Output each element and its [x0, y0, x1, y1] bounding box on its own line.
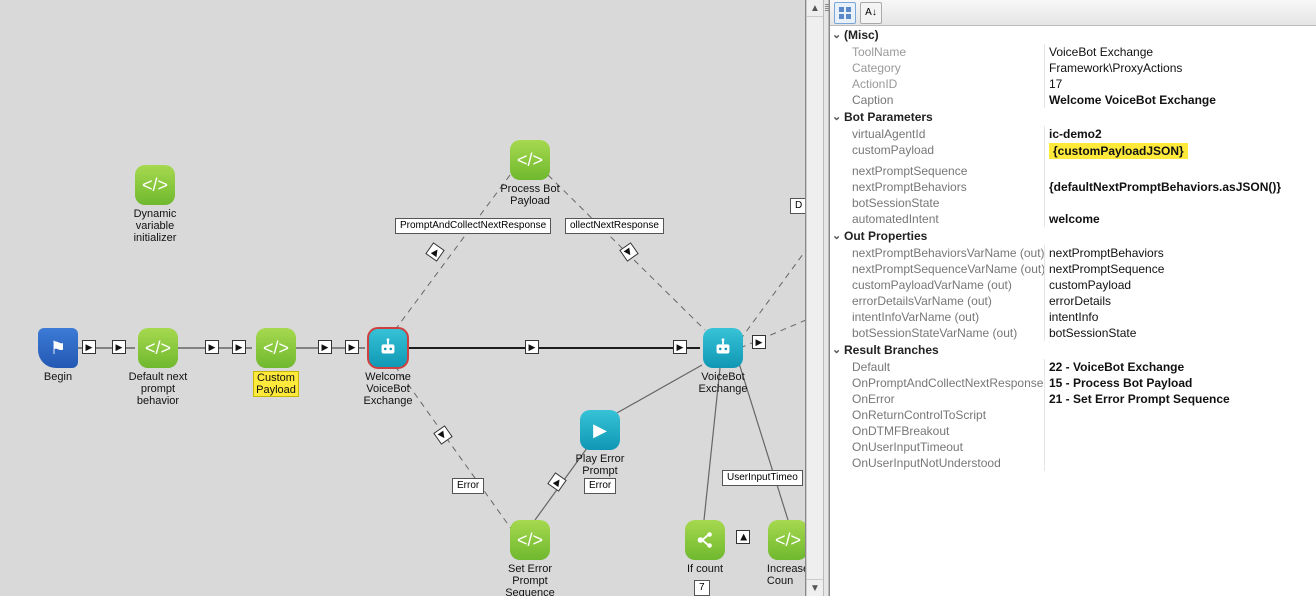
- prop-virtualagentid[interactable]: virtualAgentIdic-demo2: [830, 126, 1316, 142]
- prop-nextpromptsequence[interactable]: nextPromptSequence: [830, 163, 1316, 179]
- prop-edvn[interactable]: errorDetailsVarName (out)errorDetails: [830, 293, 1316, 309]
- scroll-down-button[interactable]: ▼: [807, 579, 823, 596]
- chevron-down-icon: ⌄: [832, 231, 842, 241]
- scroll-up-button[interactable]: ▲: [807, 0, 823, 17]
- branch-icon: [685, 520, 725, 560]
- chevron-down-icon: ⌄: [832, 30, 842, 40]
- properties-toolbar: A↓: [830, 0, 1316, 26]
- edge-label: Error: [452, 478, 484, 494]
- code-icon: </>: [138, 328, 178, 368]
- node-custom-payload[interactable]: </> Custom Payload: [236, 328, 316, 397]
- prop-automatedintent[interactable]: automatedIntentwelcome: [830, 211, 1316, 227]
- node-increase-count[interactable]: </> Increase Coun: [758, 520, 806, 587]
- edge-label: D: [790, 198, 806, 214]
- vertical-splitter[interactable]: [823, 0, 829, 596]
- code-icon: </>: [768, 520, 806, 560]
- bot-icon: [703, 328, 743, 368]
- prop-botsessionstate[interactable]: botSessionState: [830, 195, 1316, 211]
- node-label: Custom Payload: [253, 371, 299, 397]
- node-label: Set Error Prompt Sequence: [505, 563, 555, 596]
- prop-actionid[interactable]: ActionID17: [830, 76, 1316, 92]
- node-label: Process Bot Payload: [500, 183, 559, 207]
- properties-panel: A↓ ⌄(Misc) ToolNameVoiceBot Exchange Cat…: [829, 0, 1316, 596]
- prop-onuserinputtimeout[interactable]: OnUserInputTimeout: [830, 439, 1316, 455]
- node-label: Dynamic variable initializer: [134, 208, 177, 244]
- code-icon: </>: [135, 165, 175, 205]
- canvas-vertical-scrollbar[interactable]: ▲ ▼: [806, 0, 823, 596]
- node-dynamic-var-init[interactable]: </> Dynamic variable initializer: [115, 165, 195, 244]
- node-voicebot-exchange[interactable]: VoiceBot Exchange: [683, 328, 763, 395]
- prop-cpvn[interactable]: customPayloadVarName (out)customPayload: [830, 277, 1316, 293]
- node-label: Welcome VoiceBot Exchange: [364, 371, 413, 407]
- edge-label: UserInputTimeo: [722, 470, 803, 486]
- code-icon: </>: [256, 328, 296, 368]
- group-bot-parameters[interactable]: ⌄Bot Parameters: [830, 108, 1316, 126]
- code-icon: </>: [510, 140, 550, 180]
- prop-onerror[interactable]: OnError21 - Set Error Prompt Sequence: [830, 391, 1316, 407]
- prop-caption[interactable]: CaptionWelcome VoiceBot Exchange: [830, 92, 1316, 108]
- flag-icon: ⚑: [38, 328, 78, 368]
- node-label: Default next prompt behavior: [129, 371, 188, 407]
- flow-arrow: [318, 340, 332, 354]
- prop-onuserinputnotunderstood[interactable]: OnUserInputNotUnderstood: [830, 455, 1316, 471]
- group-result-branches[interactable]: ⌄Result Branches: [830, 341, 1316, 359]
- node-process-bot-payload[interactable]: </> Process Bot Payload: [490, 140, 570, 207]
- prop-onpromptcollect[interactable]: OnPromptAndCollectNextResponse15 - Proce…: [830, 375, 1316, 391]
- prop-ondtmf[interactable]: OnDTMFBreakout: [830, 423, 1316, 439]
- node-label: Begin: [44, 371, 72, 383]
- properties-grid[interactable]: ⌄(Misc) ToolNameVoiceBot Exchange Catego…: [830, 26, 1316, 596]
- scroll-track[interactable]: [807, 17, 823, 579]
- node-label: VoiceBot Exchange: [699, 371, 748, 395]
- flow-arrow: [525, 340, 539, 354]
- prop-bssvn[interactable]: botSessionStateVarName (out)botSessionSt…: [830, 325, 1316, 341]
- node-label: Increase Coun: [767, 563, 806, 587]
- group-out-properties[interactable]: ⌄Out Properties: [830, 227, 1316, 245]
- edge-label: 7: [694, 580, 710, 596]
- prop-custompayload[interactable]: customPayload{customPayloadJSON}: [830, 142, 1316, 163]
- alphabetical-view-button[interactable]: A↓: [860, 2, 882, 24]
- node-begin[interactable]: ⚑ Begin: [18, 328, 98, 383]
- prop-npsvn[interactable]: nextPromptSequenceVarName (out)nextPromp…: [830, 261, 1316, 277]
- node-play-error-prompt[interactable]: ▶ Play Error Prompt: [560, 410, 640, 477]
- flow-arrow: [205, 340, 219, 354]
- code-icon: </>: [510, 520, 550, 560]
- prop-default[interactable]: Default22 - VoiceBot Exchange: [830, 359, 1316, 375]
- chevron-down-icon: ⌄: [832, 345, 842, 355]
- edge-label: PromptAndCollectNextResponse: [395, 218, 551, 234]
- prop-category[interactable]: CategoryFramework\ProxyActions: [830, 60, 1316, 76]
- prop-toolname[interactable]: ToolNameVoiceBot Exchange: [830, 44, 1316, 60]
- prop-nextpromptbehaviors[interactable]: nextPromptBehaviors{defaultNextPromptBeh…: [830, 179, 1316, 195]
- node-default-next-prompt[interactable]: </> Default next prompt behavior: [118, 328, 198, 407]
- edge-label: Error: [584, 478, 616, 494]
- prop-iivn[interactable]: intentInfoVarName (out)intentInfo: [830, 309, 1316, 325]
- categorized-view-button[interactable]: [834, 2, 856, 24]
- bot-icon: [368, 328, 408, 368]
- play-icon: ▶: [580, 410, 620, 450]
- chevron-down-icon: ⌄: [832, 112, 842, 122]
- prop-onreturncontrol[interactable]: OnReturnControlToScript: [830, 407, 1316, 423]
- workflow-canvas[interactable]: ⚑ Begin </> Dynamic variable initializer…: [0, 0, 806, 596]
- node-label: Play Error Prompt: [576, 453, 625, 477]
- node-if-count[interactable]: If count: [665, 520, 745, 575]
- node-set-error-prompt-seq[interactable]: </> Set Error Prompt Sequence: [490, 520, 570, 596]
- prop-npbvn[interactable]: nextPromptBehaviorsVarName (out)nextProm…: [830, 245, 1316, 261]
- node-welcome-voicebot-exchange[interactable]: Welcome VoiceBot Exchange: [348, 328, 428, 407]
- group-misc[interactable]: ⌄(Misc): [830, 26, 1316, 44]
- edge-label: ollectNextResponse: [565, 218, 664, 234]
- node-label: If count: [687, 563, 723, 575]
